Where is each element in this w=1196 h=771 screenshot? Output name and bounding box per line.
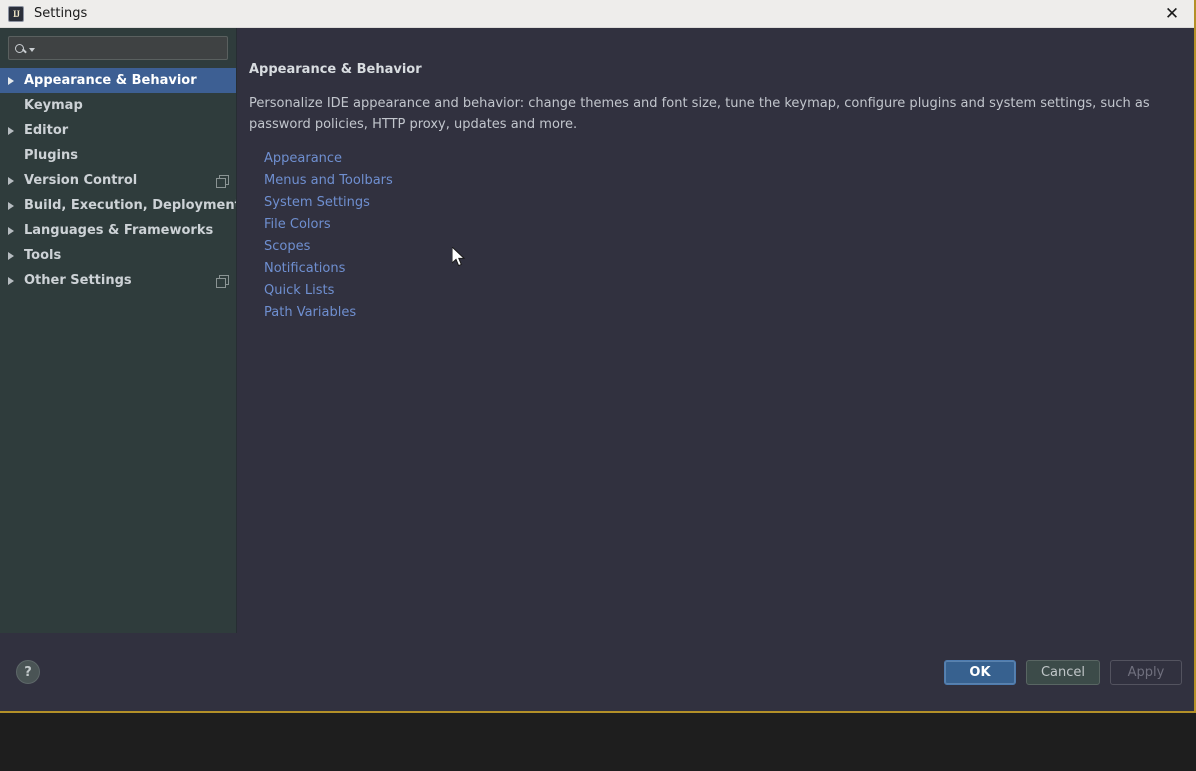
sidebar-item-label: Plugins	[24, 148, 78, 163]
sidebar-item-label: Other Settings	[24, 273, 132, 288]
list-item: Quick Lists	[264, 279, 1174, 301]
settings-dialog: IJ Settings ✕ Appearance & Behavior Keyma…	[0, 0, 1196, 713]
sidebar-item-languages-frameworks[interactable]: Languages & Frameworks	[0, 218, 236, 243]
expand-arrow-icon[interactable]	[8, 77, 24, 85]
intellij-idea-icon: IJ	[8, 6, 24, 22]
sidebar-item-tools[interactable]: Tools	[0, 243, 236, 268]
footer-actions: OK Cancel Apply	[944, 660, 1182, 685]
ok-button[interactable]: OK	[944, 660, 1016, 685]
sidebar-item-label: Keymap	[24, 98, 83, 113]
expand-arrow-icon[interactable]	[8, 202, 24, 210]
expand-arrow-icon[interactable]	[8, 277, 24, 285]
search-input[interactable]	[41, 41, 221, 55]
sidebar-item-keymap[interactable]: Keymap	[0, 93, 236, 118]
window-title: Settings	[34, 6, 87, 21]
project-scope-icon	[216, 175, 228, 187]
sidebar-item-version-control[interactable]: Version Control	[0, 168, 236, 193]
list-item: Notifications	[264, 257, 1174, 279]
sidebar-item-label: Build, Execution, Deployment	[24, 198, 236, 213]
sidebar-item-label: Tools	[24, 248, 61, 263]
list-item: Path Variables	[264, 301, 1174, 323]
list-item: Scopes	[264, 235, 1174, 257]
dialog-footer: ? OK Cancel Apply	[0, 633, 1194, 711]
sidebar-item-plugins[interactable]: Plugins	[0, 143, 236, 168]
expand-arrow-icon[interactable]	[8, 177, 24, 185]
content-link-file-colors[interactable]: File Colors	[264, 217, 331, 232]
cancel-button[interactable]: Cancel	[1026, 660, 1100, 685]
content-link-appearance[interactable]: Appearance	[264, 151, 342, 166]
search-row	[0, 28, 236, 66]
close-icon[interactable]: ✕	[1150, 0, 1194, 28]
search-icon	[15, 44, 35, 53]
list-item: Appearance	[264, 147, 1174, 169]
sidebar-item-appearance-behavior[interactable]: Appearance & Behavior	[0, 68, 236, 93]
sidebar-item-label: Appearance & Behavior	[24, 73, 197, 88]
content-link-menus-and-toolbars[interactable]: Menus and Toolbars	[264, 173, 393, 188]
settings-link-list: Appearance Menus and Toolbars System Setti…	[249, 147, 1174, 323]
content-link-path-variables[interactable]: Path Variables	[264, 305, 356, 320]
expand-arrow-icon[interactable]	[8, 252, 24, 260]
content-link-quick-lists[interactable]: Quick Lists	[264, 283, 334, 298]
page-title: Appearance & Behavior	[249, 62, 1174, 77]
sidebar-item-label: Languages & Frameworks	[24, 223, 213, 238]
dialog-body: Appearance & Behavior Keymap Editor Plugins…	[0, 28, 1194, 711]
apply-button: Apply	[1110, 660, 1182, 685]
list-item: Menus and Toolbars	[264, 169, 1174, 191]
sidebar-item-label: Version Control	[24, 173, 137, 188]
sidebar-item-editor[interactable]: Editor	[0, 118, 236, 143]
sidebar-item-label: Editor	[24, 123, 68, 138]
content-link-notifications[interactable]: Notifications	[264, 261, 345, 276]
content-link-scopes[interactable]: Scopes	[264, 239, 310, 254]
settings-tree: Appearance & Behavior Keymap Editor Plugins…	[0, 66, 236, 663]
sidebar-item-build-execution-deployment[interactable]: Build, Execution, Deployment	[0, 193, 236, 218]
sidebar-item-other-settings[interactable]: Other Settings	[0, 268, 236, 293]
title-bar: IJ Settings ✕	[0, 0, 1194, 28]
settings-sidebar: Appearance & Behavior Keymap Editor Plugins…	[0, 28, 237, 663]
list-item: File Colors	[264, 213, 1174, 235]
chevron-down-icon	[29, 48, 35, 52]
content-link-system-settings[interactable]: System Settings	[264, 195, 370, 210]
search-field[interactable]	[8, 36, 228, 60]
settings-content-pane: Appearance & Behavior Personalize IDE ap…	[237, 28, 1194, 711]
page-description: Personalize IDE appearance and behavior:…	[249, 93, 1164, 135]
list-item: System Settings	[264, 191, 1174, 213]
help-button[interactable]: ?	[16, 660, 40, 684]
project-scope-icon	[216, 275, 228, 287]
expand-arrow-icon[interactable]	[8, 127, 24, 135]
expand-arrow-icon[interactable]	[8, 227, 24, 235]
